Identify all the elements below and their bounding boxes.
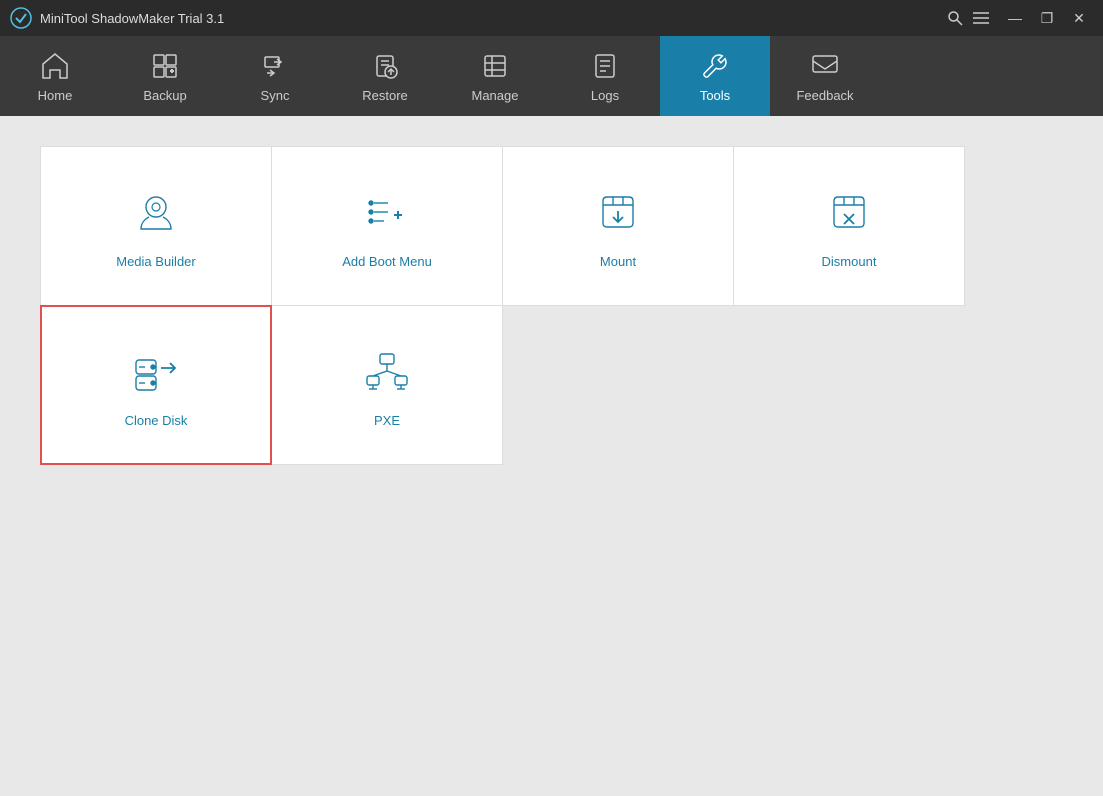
- nav-backup[interactable]: Backup: [110, 36, 220, 116]
- nav-restore[interactable]: Restore: [330, 36, 440, 116]
- tools-icon: [699, 50, 731, 82]
- pxe-label: PXE: [374, 413, 400, 428]
- restore-icon: [369, 50, 401, 82]
- logs-icon: [589, 50, 621, 82]
- media-builder-label: Media Builder: [116, 254, 196, 269]
- title-bar: MiniTool ShadowMaker Trial 3.1 — ❐ ✕: [0, 0, 1103, 36]
- add-boot-menu-icon: [359, 184, 415, 240]
- nav-sync-label: Sync: [261, 88, 290, 103]
- tool-add-boot-menu[interactable]: Add Boot Menu: [271, 146, 503, 306]
- nav-backup-label: Backup: [143, 88, 186, 103]
- app-title: MiniTool ShadowMaker Trial 3.1: [40, 11, 945, 26]
- dismount-label: Dismount: [822, 254, 877, 269]
- nav-logs-label: Logs: [591, 88, 619, 103]
- mount-icon: [590, 184, 646, 240]
- add-boot-menu-label: Add Boot Menu: [342, 254, 432, 269]
- tools-row-2: Clone Disk: [40, 305, 1063, 464]
- search-button[interactable]: [945, 8, 965, 28]
- sync-icon: [259, 50, 291, 82]
- content-area: Media Builder Add Boot Men: [0, 116, 1103, 796]
- nav-home[interactable]: Home: [0, 36, 110, 116]
- nav-manage-label: Manage: [472, 88, 519, 103]
- tool-mount[interactable]: Mount: [502, 146, 734, 306]
- nav-feedback-label: Feedback: [796, 88, 853, 103]
- pxe-icon: [359, 343, 415, 399]
- window-controls: — ❐ ✕: [1001, 7, 1093, 29]
- home-icon: [39, 50, 71, 82]
- manage-icon: [479, 50, 511, 82]
- maximize-button[interactable]: ❐: [1033, 7, 1061, 29]
- tool-media-builder[interactable]: Media Builder: [40, 146, 272, 306]
- clone-disk-label: Clone Disk: [125, 413, 188, 428]
- clone-disk-icon: [128, 343, 184, 399]
- nav-tools-label: Tools: [700, 88, 730, 103]
- minimize-button[interactable]: —: [1001, 7, 1029, 29]
- feedback-icon: [809, 50, 841, 82]
- close-button[interactable]: ✕: [1065, 7, 1093, 29]
- nav-bar: Home Backup Sync: [0, 36, 1103, 116]
- nav-restore-label: Restore: [362, 88, 408, 103]
- menu-button[interactable]: [971, 8, 991, 28]
- nav-sync[interactable]: Sync: [220, 36, 330, 116]
- tool-clone-disk[interactable]: Clone Disk: [40, 305, 272, 465]
- nav-manage[interactable]: Manage: [440, 36, 550, 116]
- tools-grid: Media Builder Add Boot Men: [40, 146, 1063, 464]
- backup-icon: [149, 50, 181, 82]
- app-logo: [10, 7, 32, 29]
- tool-dismount[interactable]: Dismount: [733, 146, 965, 306]
- nav-tools[interactable]: Tools: [660, 36, 770, 116]
- nav-home-label: Home: [38, 88, 73, 103]
- nav-logs[interactable]: Logs: [550, 36, 660, 116]
- media-builder-icon: [128, 184, 184, 240]
- mount-label: Mount: [600, 254, 636, 269]
- dismount-icon: [821, 184, 877, 240]
- tools-row-1: Media Builder Add Boot Men: [40, 146, 1063, 305]
- tool-pxe[interactable]: PXE: [271, 305, 503, 465]
- nav-feedback[interactable]: Feedback: [770, 36, 880, 116]
